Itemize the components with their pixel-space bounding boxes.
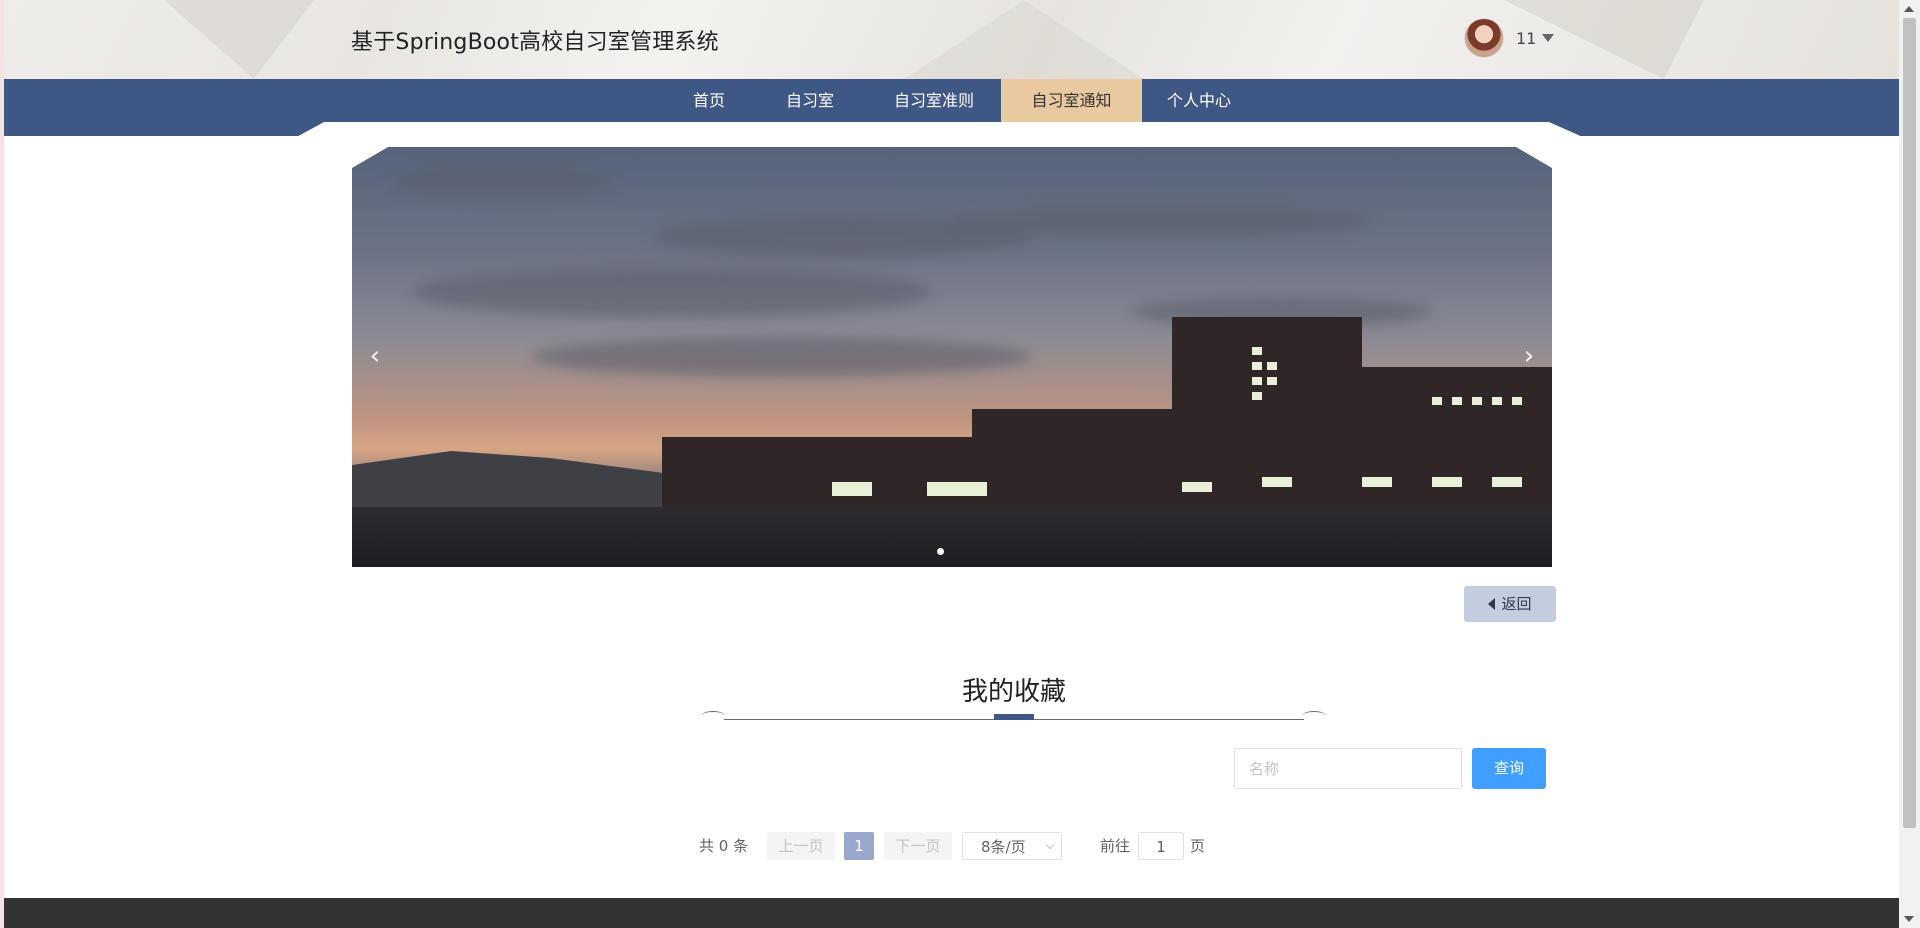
user-menu[interactable]: 11: [1464, 18, 1555, 58]
footer: [4, 898, 1899, 928]
goto-label: 前往: [1100, 837, 1131, 855]
nav-item-rules[interactable]: 自习室准则: [874, 79, 994, 122]
banner-image: [352, 147, 1552, 567]
pagination-page-1[interactable]: 1: [844, 832, 874, 860]
username[interactable]: 11: [1516, 29, 1536, 48]
nav-item-home[interactable]: 首页: [672, 79, 746, 122]
title-divider-mark: [994, 714, 1034, 720]
back-button-label: 返回: [1501, 595, 1532, 613]
vertical-scrollbar[interactable]: [1899, 0, 1920, 928]
banner-carousel[interactable]: ‹ ›: [352, 147, 1552, 567]
pagination-next-button[interactable]: 下一页: [884, 832, 952, 860]
title-flourish-left: [701, 711, 725, 721]
carousel-prev-icon[interactable]: ‹: [362, 343, 388, 369]
goto-page-input[interactable]: 1: [1138, 832, 1184, 860]
page-suffix: 页: [1190, 837, 1206, 855]
caret-down-icon[interactable]: [1542, 34, 1555, 42]
nav-item-personal-center[interactable]: 个人中心: [1149, 79, 1249, 122]
site-title: 基于SpringBoot高校自习室管理系统: [351, 30, 719, 55]
nav-decoration: [4, 122, 324, 136]
nav-item-study-room[interactable]: 自习室: [770, 79, 850, 122]
pagination-total: 共 0 条: [699, 837, 749, 855]
back-button[interactable]: 返回: [1464, 586, 1556, 622]
header-bar: 基于SpringBoot高校自习室管理系统 11: [4, 0, 1899, 79]
pagination-prev-button[interactable]: 上一页: [767, 832, 835, 860]
title-flourish-right: [1302, 711, 1326, 721]
page: 基于SpringBoot高校自习室管理系统 11 首页 自习室 自习室准则 自习…: [4, 0, 1899, 928]
carousel-next-icon[interactable]: ›: [1516, 343, 1542, 369]
scrollbar-thumb[interactable]: [1903, 18, 1916, 828]
chevron-down-icon: [1045, 840, 1055, 850]
page-size-select[interactable]: 8条/页: [962, 832, 1062, 860]
scroll-up-icon[interactable]: [1904, 6, 1914, 12]
header-decoration: [904, 0, 1144, 79]
nav-decoration: [1549, 122, 1899, 136]
nav-item-notices[interactable]: 自习室通知: [1001, 79, 1142, 122]
caret-left-icon: [1488, 598, 1496, 610]
header-decoration: [164, 0, 314, 79]
avatar[interactable]: [1464, 18, 1504, 58]
carousel-indicator[interactable]: [937, 548, 944, 555]
section-title: 我的收藏: [961, 677, 1066, 707]
search-button[interactable]: 查询: [1472, 748, 1546, 789]
main-nav: 首页 自习室 自习室准则 自习室通知 个人中心: [4, 79, 1899, 122]
pagination: 共 0 条 上一页 1 下一页 8条/页 前往 1 页: [4, 832, 1899, 860]
search-input[interactable]: [1234, 748, 1462, 789]
page-size-value: 8条/页: [981, 838, 1026, 856]
scroll-down-icon[interactable]: [1904, 916, 1914, 922]
